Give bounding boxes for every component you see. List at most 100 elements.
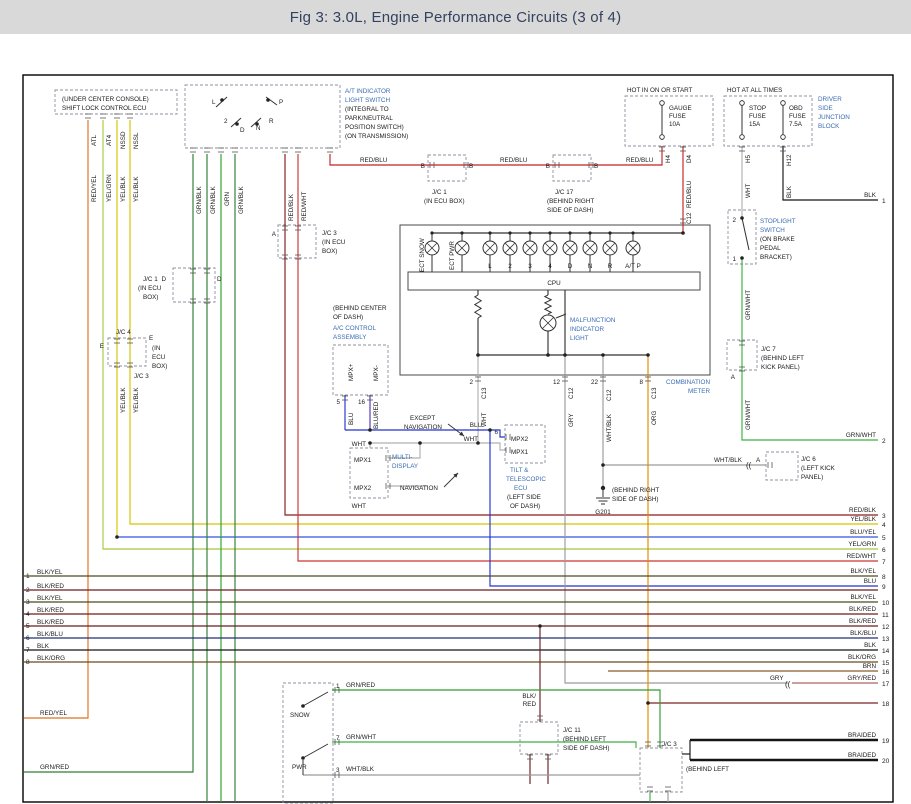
wire-label: 16 <box>358 399 366 406</box>
wire-label: 1 <box>732 256 736 263</box>
wire-label: 2 <box>469 379 473 386</box>
wire-label: YEL/BLK <box>850 516 876 523</box>
resistor <box>475 295 481 318</box>
wire-label: GRN/BLK <box>196 186 203 214</box>
fuse-terminal <box>740 101 745 106</box>
wire-label: C12 <box>606 389 613 401</box>
gear-position-letter: 2 <box>508 263 512 270</box>
wire-label: 2 <box>732 217 736 224</box>
junction-dot <box>235 122 239 126</box>
wire-label: AT4 <box>106 134 113 146</box>
wire-label: BRAIDED <box>848 752 876 759</box>
wire-label: BLK <box>864 642 877 649</box>
wire-label: SIDE OF DASH) <box>547 207 594 214</box>
red-yel-left-label: RED/YEL <box>40 710 67 717</box>
junction-dot <box>740 216 744 220</box>
terminal-number: 7 <box>882 559 886 566</box>
wire-gry <box>565 355 788 683</box>
terminal-number: 16 <box>882 669 890 676</box>
wire-label: WHT/BLK <box>714 457 743 464</box>
junction-dot <box>601 463 605 467</box>
cpu-label: CPU <box>547 280 561 287</box>
wire-label: RED/WHT <box>301 191 308 221</box>
hot-at-all-times-label: HOT AT ALL TIMES <box>727 87 782 94</box>
junction-dot <box>115 535 119 539</box>
wire-label: GRN/RED <box>346 682 375 689</box>
tilt-ecu-label: TILT & <box>510 467 529 474</box>
wire-label: 1 <box>336 683 340 690</box>
jc7-label: J/C 7 <box>761 346 776 353</box>
wire-label: BOX) <box>143 294 158 301</box>
jc3-bottom-label: J/C 3 <box>662 741 677 748</box>
wire-label: 6 <box>494 429 498 436</box>
wire-label: YEL/BLK <box>120 387 127 413</box>
junction-dot <box>546 353 550 357</box>
junction-dot <box>646 701 650 705</box>
fuse-terminal <box>740 135 745 140</box>
fuse-terminal <box>781 101 786 106</box>
mil-label: MALFUNCTION <box>570 317 616 324</box>
wire-label: GRN/BLK <box>238 186 245 214</box>
wire-label: C13 <box>481 387 488 399</box>
wire-label: (IN ECU BOX) <box>424 198 465 205</box>
wire-label: BLU/RED <box>373 401 380 429</box>
wire-label: YEL/BLK <box>120 176 127 202</box>
wire-label: R <box>269 118 274 125</box>
ect-switch-box <box>283 683 333 803</box>
jc3-bottom-box <box>640 748 682 792</box>
wire-label: ORG <box>651 411 658 425</box>
wire-label: (( <box>785 680 791 689</box>
snow-switch-label: SNOW <box>290 712 310 719</box>
wire-label: (IN <box>152 345 161 352</box>
switch-blade <box>742 218 749 250</box>
wire-yel-blk-b <box>130 120 878 524</box>
junction-dot <box>646 353 650 357</box>
wire-label: POSITION SWITCH) <box>345 124 404 131</box>
wire-label: BOX) <box>322 248 337 255</box>
terminal-number: 7 <box>26 647 30 654</box>
wire-label: RED/BLU <box>686 180 693 208</box>
gear-position-letter: N <box>588 263 593 270</box>
terminal-number: 2 <box>26 587 30 594</box>
wire-label: A <box>731 374 736 381</box>
wiring-diagram: L234DNRA/T P(UNDER CENTER CONSOLE)SHIFT … <box>0 0 911 804</box>
wire-label: GRY <box>770 675 784 682</box>
wire-label: FUSE <box>669 113 686 120</box>
wire-label: N <box>256 125 261 132</box>
wire-label: BRN <box>863 663 877 670</box>
wht-bus <box>370 443 505 450</box>
wire-label: (( <box>746 461 752 470</box>
wire-label: BOX) <box>152 363 167 370</box>
ac-control-label: A/C CONTROL <box>333 325 377 332</box>
wire-label: MPX+ <box>348 363 355 381</box>
wire-label: BLU <box>470 422 483 429</box>
terminal-number: 6 <box>882 547 886 554</box>
wire-label: C13 <box>651 387 658 399</box>
terminal-number: 5 <box>882 535 886 542</box>
wire-label: BLK/ORG <box>37 655 65 662</box>
junction-dot <box>548 231 551 234</box>
gear-position-letter: R <box>608 263 613 270</box>
wire-label: 22 <box>591 379 599 386</box>
wire-label: OF DASH) <box>510 503 540 510</box>
wire-label: BLK/YEL <box>850 568 876 575</box>
wire-label: GRN/WHT <box>846 432 876 439</box>
wire-label: PANEL) <box>801 474 823 481</box>
wire-label: H12 <box>786 154 793 166</box>
hot-in-on-label: HOT IN ON OR START <box>627 87 693 94</box>
junction-dot <box>563 353 567 357</box>
wire-label: A <box>756 457 761 464</box>
switch-blade <box>303 744 328 758</box>
grn-red-left-label: GRN/RED <box>40 764 69 771</box>
jc3-upper-label: J/C 3 <box>322 230 337 237</box>
jc11-label: J/C 11 <box>563 727 581 734</box>
wire-label: BLK/RED <box>849 606 876 613</box>
junction-dot <box>681 231 685 235</box>
jc11-box <box>520 722 558 754</box>
jc1-left-label: J/C 1 <box>143 276 158 283</box>
wire-label: GRN/WHT <box>745 400 752 430</box>
fuse-terminal <box>660 101 665 106</box>
junction-block-label: DRIVER <box>818 96 842 103</box>
wire-label: B <box>546 163 550 170</box>
wire-label: WHT <box>352 441 366 448</box>
